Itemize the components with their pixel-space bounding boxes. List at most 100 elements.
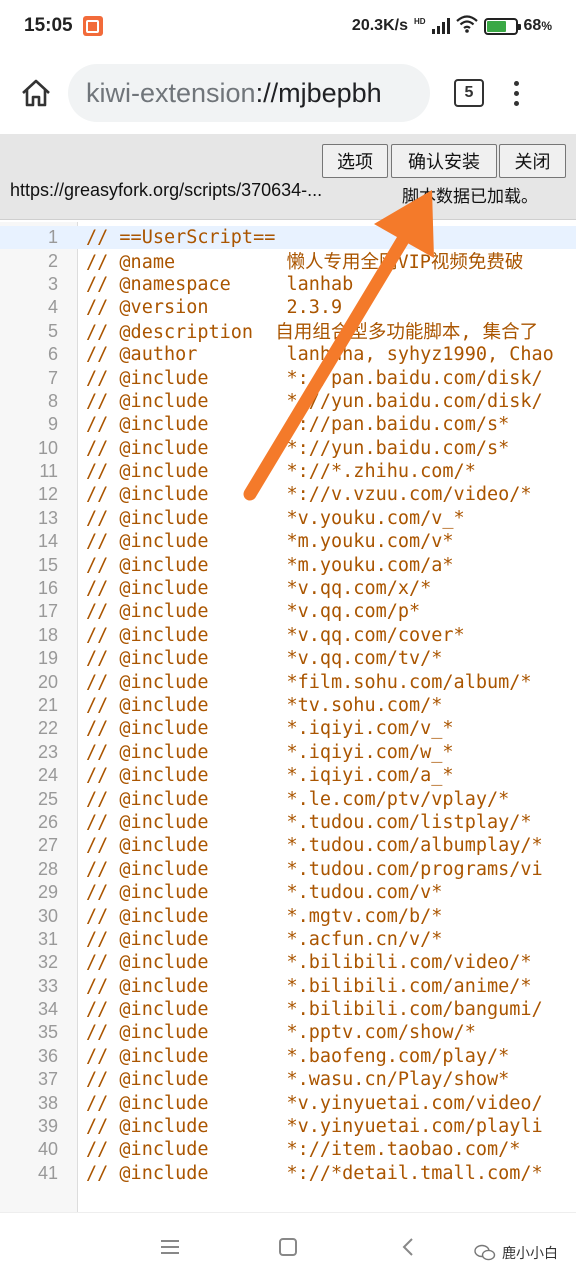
tab-switcher-button[interactable]: 5	[454, 79, 484, 107]
code-line: 7 // @include *://pan.baidu.com/disk/	[0, 366, 576, 389]
network-speed: 20.3K/s	[351, 17, 408, 34]
code-text: // @version 2.3.9	[86, 297, 343, 319]
back-chevron-icon	[402, 1238, 413, 1256]
code-line: 11 // @include *://*.zhihu.com/*	[0, 460, 576, 483]
line-number: 10	[37, 437, 58, 458]
code-line: 6 // @author lanhaha, syhyz1990, Chao	[0, 343, 576, 366]
code-line: 29 // @include *.tudou.com/v*	[0, 881, 576, 904]
home-button[interactable]	[14, 71, 58, 115]
code-line: 9 // @include *://pan.baidu.com/s*	[0, 413, 576, 436]
line-number: 9	[47, 414, 58, 435]
code-text: // @namespace lanhab	[86, 273, 354, 295]
line-number: 33	[37, 975, 58, 996]
code-text: // @include *://v.vzuu.com/video/*	[86, 484, 532, 506]
code-line: 30 // @include *.mgtv.com/b/*	[0, 904, 576, 927]
code-line: 39 // @include *v.yinyuetai.com/playli	[0, 1115, 576, 1138]
status-time: 15:05	[24, 15, 73, 36]
code-line: 1 // ==UserScript==	[0, 226, 576, 250]
code-text: // @include *.iqiyi.com/a_*	[86, 765, 454, 787]
code-text: // @include *://yun.baidu.com/disk/	[86, 390, 543, 412]
code-line: 15 // @include *m.youku.com/a*	[0, 553, 576, 576]
wechat-icon	[474, 1244, 496, 1261]
options-button[interactable]: 选项	[322, 144, 388, 178]
line-number: 2	[47, 250, 58, 271]
code-text: // @include *m.youku.com/a*	[86, 554, 454, 576]
code-viewer[interactable]: 1 // ==UserScript== 2 // @name 懒人专用全网VIP视频免…	[0, 222, 576, 1212]
code-text: // @include *v.qq.com/tv/*	[86, 648, 443, 670]
line-number: 38	[37, 1092, 58, 1113]
load-status-text: 脚本数据已加载。	[402, 187, 538, 207]
line-number: 40	[37, 1139, 58, 1160]
code-line: 38 // @include *v.yinyuetai.com/video/	[0, 1091, 576, 1114]
code-text: // @include *m.youku.com/v*	[86, 531, 454, 553]
line-number: 19	[37, 648, 58, 669]
code-text: // @include *://*detail.tmall.com/*	[86, 1162, 543, 1184]
code-line: 33 // @include *.bilibili.com/anime/*	[0, 975, 576, 998]
code-text: // @include *.iqiyi.com/w_*	[86, 741, 454, 763]
line-number: 20	[37, 671, 58, 692]
code-line: 40 // @include *://item.taobao.com/*	[0, 1138, 576, 1161]
code-text: // @include *v.youku.com/v_*	[86, 507, 465, 529]
line-number: 26	[37, 811, 58, 832]
code-line: 20 // @include *film.sohu.com/album/*	[0, 670, 576, 693]
code-text: // @include *tv.sohu.com/*	[86, 695, 443, 716]
hd-badge: HD	[413, 16, 426, 26]
code-line: 8 // @include *://yun.baidu.com/disk/	[0, 390, 576, 413]
line-number: 11	[39, 461, 58, 482]
code-line: 24 // @include *.iqiyi.com/a_*	[0, 764, 576, 787]
line-number: 16	[37, 578, 58, 599]
code-text: // @include *://pan.baidu.com/disk/	[86, 367, 543, 389]
code-text: // @include *.acfun.cn/v/*	[86, 928, 443, 950]
code-line: 34 // @include *.bilibili.com/bangumi/	[0, 998, 576, 1021]
line-number: 7	[47, 367, 58, 388]
code-text: // @include *v.qq.com/p*	[86, 601, 421, 623]
code-text: // @include *.wasu.cn/Play/show*	[86, 1069, 510, 1091]
code-line: 27 // @include *.tudou.com/albumplay/*	[0, 834, 576, 857]
code-text: // @include *v.qq.com/cover*	[86, 624, 465, 646]
code-line: 35 // @include *.pptv.com/show/*	[0, 1021, 576, 1044]
code-line: 5 // @description 自用组合型多功能脚本, 集合了	[0, 320, 576, 344]
line-number: 4	[47, 297, 58, 318]
code-text: // @include *.bilibili.com/video/*	[86, 952, 532, 974]
line-number: 1	[47, 227, 58, 248]
battery-percent: 68%	[523, 17, 552, 34]
line-number: 6	[47, 344, 58, 365]
code-text: // @include *v.yinyuetai.com/video/	[86, 1092, 543, 1114]
confirm-install-button[interactable]: 确认安装	[391, 144, 497, 178]
code-text: // @include *.tudou.com/albumplay/*	[86, 835, 543, 857]
line-number: 30	[37, 905, 58, 926]
code-line: 10 // @include *://yun.baidu.com/s*	[0, 437, 576, 460]
line-number: 15	[37, 554, 58, 575]
url-scheme: kiwi-extension	[86, 77, 256, 108]
line-number: 29	[37, 882, 58, 903]
recent-apps-button[interactable]	[156, 1233, 184, 1261]
code-text: // @include *.mgtv.com/b/*	[86, 905, 443, 927]
code-text: // @include *.tudou.com/programs/vi	[86, 858, 543, 880]
close-button[interactable]: 关闭	[499, 144, 566, 178]
status-indicators: 20.3K/s HD 68%	[351, 14, 552, 38]
code-text: // @include *://*.zhihu.com/*	[86, 461, 476, 483]
system-home-button[interactable]	[274, 1233, 302, 1261]
code-lines: 1 // ==UserScript== 2 // @name 懒人专用全网VIP视频免…	[0, 226, 576, 1185]
code-line: 16 // @include *v.qq.com/x/*	[0, 577, 576, 600]
code-line: 22 // @include *.iqiyi.com/v_*	[0, 717, 576, 740]
code-text: // @include *.baofeng.com/play/*	[86, 1045, 510, 1067]
address-bar[interactable]: kiwi-extension://mjbepbh	[68, 64, 430, 122]
code-line: 37 // @include *.wasu.cn/Play/show*	[0, 1068, 576, 1091]
code-text: // ==UserScript==	[86, 227, 276, 249]
overflow-menu-button[interactable]	[510, 80, 522, 106]
battery-fill	[486, 20, 506, 32]
menu-icon	[161, 1240, 179, 1254]
code-line: 21 // @include *tv.sohu.com/*	[0, 694, 576, 717]
square-icon	[279, 1238, 297, 1256]
code-text: // @include *://yun.baidu.com/s*	[86, 437, 510, 459]
code-text: // @include *.bilibili.com/anime/*	[86, 975, 532, 997]
code-text: // @name 懒人专用全网VIP视频免费破	[86, 252, 524, 274]
system-back-button[interactable]	[394, 1233, 422, 1261]
code-line: 23 // @include *.iqiyi.com/w_*	[0, 741, 576, 764]
code-text: // @include *v.qq.com/x/*	[86, 578, 432, 600]
line-number: 8	[47, 390, 58, 411]
code-line: 3 // @namespace lanhab	[0, 273, 576, 296]
line-number: 39	[37, 1116, 58, 1137]
line-number: 41	[37, 1162, 58, 1183]
